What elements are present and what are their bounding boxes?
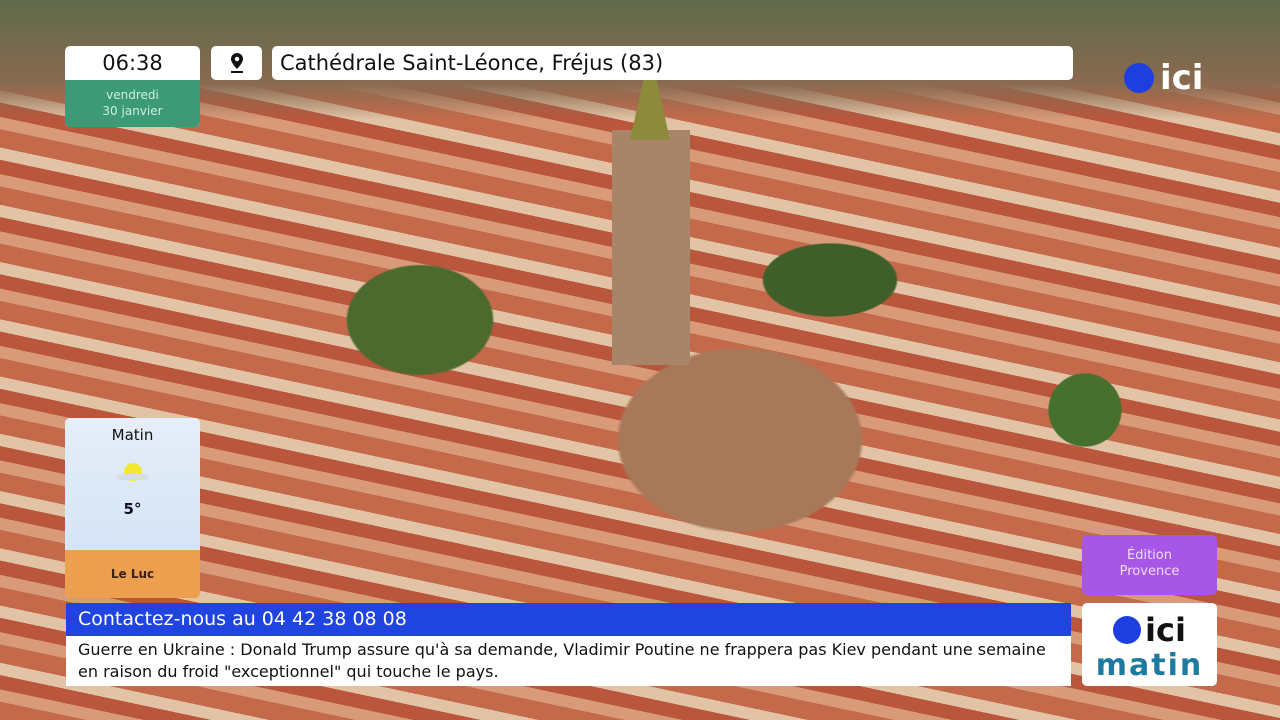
- weather-temperature: 5°: [123, 500, 142, 518]
- edition-line1: Édition: [1127, 548, 1172, 563]
- location-label: Cathédrale Saint-Léonce, Fréjus (83): [272, 46, 1073, 80]
- clock-day: vendredi: [106, 88, 159, 102]
- clock-date: vendredi 30 janvier: [65, 80, 200, 127]
- ici-logo: ici: [1124, 58, 1203, 98]
- clock-date-text: 30 janvier: [102, 104, 163, 118]
- program-logo-brand: ici: [1145, 611, 1186, 649]
- clock-widget: 06:38 vendredi 30 janvier: [65, 46, 200, 127]
- program-logo-show: matin: [1095, 648, 1204, 683]
- edition-line2: Provence: [1119, 564, 1180, 579]
- ticker-headline: Contactez-nous au 04 42 38 08 08: [66, 603, 1071, 636]
- edition-badge: Édition Provence: [1082, 535, 1217, 595]
- ici-logo-dot-icon: [1124, 63, 1154, 93]
- weather-town: Le Luc: [65, 550, 200, 598]
- ici-logo-text: ici: [1160, 58, 1204, 98]
- map-pin-icon: [211, 46, 262, 80]
- sun-cloud-icon: [113, 458, 153, 486]
- ici-logo-dot-icon: [1113, 616, 1142, 644]
- cathedral-tower: [612, 130, 690, 365]
- weather-widget: Matin 5° Le Luc: [65, 418, 200, 598]
- ticker-text: Guerre en Ukraine : Donald Trump assure …: [66, 636, 1071, 686]
- weather-title: Matin: [111, 426, 154, 444]
- clock-time: 06:38: [102, 51, 163, 75]
- ici-matin-logo: ici matin: [1082, 603, 1217, 686]
